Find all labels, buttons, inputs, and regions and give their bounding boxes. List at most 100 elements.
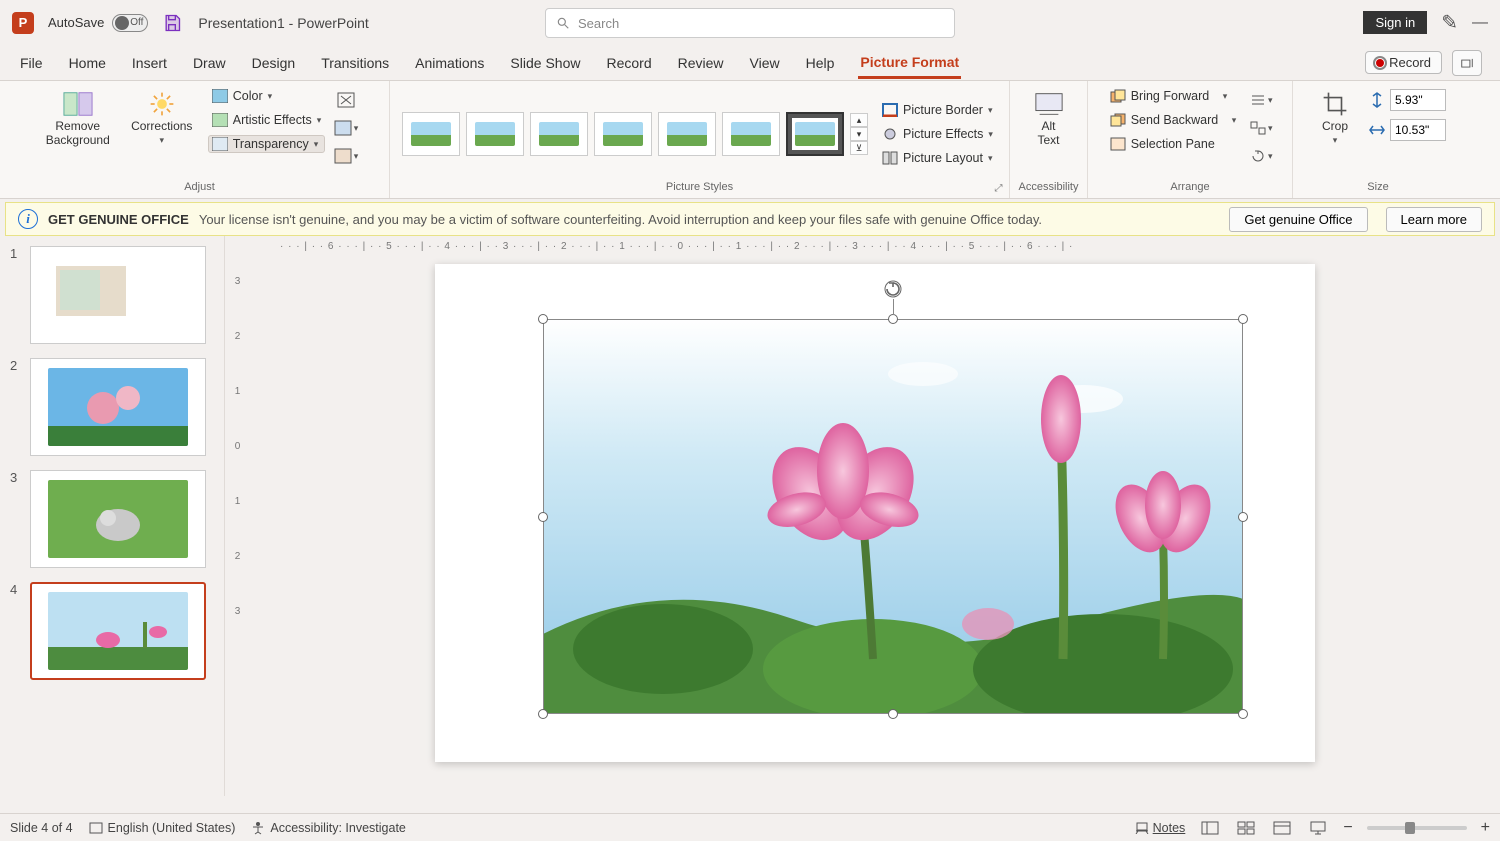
selected-picture[interactable] xyxy=(543,319,1243,714)
style-preset-6[interactable] xyxy=(722,112,780,156)
bring-forward-button[interactable]: Bring Forward ▾ xyxy=(1106,87,1241,105)
record-button[interactable]: Record xyxy=(1365,51,1442,74)
resize-handle-tr[interactable] xyxy=(1238,314,1248,324)
tab-design[interactable]: Design xyxy=(250,49,298,77)
send-backward-button[interactable]: Send Backward ▾ xyxy=(1106,111,1241,129)
zoom-slider[interactable] xyxy=(1367,826,1467,830)
picture-effects-button[interactable]: Picture Effects▾ xyxy=(878,125,997,143)
artistic-effects-button[interactable]: Artistic Effects▾ xyxy=(208,111,326,129)
height-input[interactable] xyxy=(1390,89,1446,111)
style-preset-2[interactable] xyxy=(466,112,524,156)
ribbon-group-adjust: Remove Background Corrections▾ Color▾ Ar… xyxy=(10,81,390,198)
dialog-launcher-styles[interactable]: ⤢ xyxy=(995,183,1003,194)
crop-button[interactable]: Crop▾ xyxy=(1310,87,1360,150)
bring-forward-icon xyxy=(1110,89,1126,103)
tab-review[interactable]: Review xyxy=(676,49,726,77)
slide-canvas[interactable] xyxy=(435,264,1315,762)
color-button[interactable]: Color▾ xyxy=(208,87,326,105)
resize-handle-br[interactable] xyxy=(1238,709,1248,719)
gallery-down-button[interactable]: ▾ xyxy=(850,127,868,141)
style-preset-1[interactable] xyxy=(402,112,460,156)
get-genuine-office-button[interactable]: Get genuine Office xyxy=(1229,207,1367,232)
gallery-more-button[interactable]: ⊻ xyxy=(850,141,868,155)
minimize-button[interactable]: — xyxy=(1472,14,1488,32)
tab-slideshow[interactable]: Slide Show xyxy=(508,49,582,77)
resize-handle-bl[interactable] xyxy=(538,709,548,719)
autosave-control[interactable]: AutoSave Off xyxy=(48,14,148,32)
canvas-wrap: · · · | · · 6 · · · | · · 5 · · · | · · … xyxy=(250,236,1500,796)
accessibility-status[interactable]: Accessibility: Investigate xyxy=(251,821,405,835)
slide-counter[interactable]: Slide 4 of 4 xyxy=(10,821,73,835)
picture-styles-gallery[interactable]: ▴ ▾ ⊻ xyxy=(402,112,868,156)
tab-transitions[interactable]: Transitions xyxy=(319,49,391,77)
zoom-in-button[interactable]: + xyxy=(1481,819,1490,837)
slide-canvas-area[interactable] xyxy=(250,256,1500,796)
corrections-button[interactable]: Corrections▾ xyxy=(124,87,200,150)
compress-pictures-button[interactable] xyxy=(333,89,359,111)
horizontal-ruler: · · · | · · 6 · · · | · · 5 · · · | · · … xyxy=(250,236,1500,256)
gallery-up-button[interactable]: ▴ xyxy=(850,113,868,127)
resize-handle-r[interactable] xyxy=(1238,512,1248,522)
tab-insert[interactable]: Insert xyxy=(130,49,169,77)
tab-record[interactable]: Record xyxy=(604,49,653,77)
reading-view-button[interactable] xyxy=(1271,819,1293,837)
save-icon[interactable] xyxy=(162,13,182,33)
tab-picture-format[interactable]: Picture Format xyxy=(858,48,961,79)
resize-handle-l[interactable] xyxy=(538,512,548,522)
ribbon-group-accessibility: Alt Text Accessibility xyxy=(1010,81,1088,198)
style-preset-3[interactable] xyxy=(530,112,588,156)
autosave-label: AutoSave xyxy=(48,15,104,30)
remove-background-icon xyxy=(63,91,93,117)
width-input[interactable] xyxy=(1390,119,1446,141)
language-status[interactable]: English (United States) xyxy=(89,821,236,835)
picture-border-button[interactable]: Picture Border▾ xyxy=(878,101,997,119)
rotate-handle[interactable] xyxy=(883,279,903,299)
thumbnail-slide-3[interactable]: 3 xyxy=(10,470,214,568)
picture-layout-button[interactable]: Picture Layout▾ xyxy=(878,149,997,167)
change-picture-icon xyxy=(334,120,351,136)
transparency-button[interactable]: Transparency▾ xyxy=(208,135,326,153)
slide-sorter-view-button[interactable] xyxy=(1235,819,1257,837)
style-preset-4[interactable] xyxy=(594,112,652,156)
slide1-preview-icon xyxy=(48,256,188,334)
tab-help[interactable]: Help xyxy=(804,49,837,77)
lotus-image xyxy=(543,319,1243,714)
learn-more-button[interactable]: Learn more xyxy=(1386,207,1482,232)
ribbon-tabs: File Home Insert Draw Design Transitions… xyxy=(0,45,1500,81)
pen-icon[interactable]: ✎ xyxy=(1441,10,1458,35)
style-preset-7[interactable] xyxy=(786,112,844,156)
style-preset-5[interactable] xyxy=(658,112,716,156)
group-button[interactable] xyxy=(1248,117,1274,139)
ribbon-group-picture-styles: ▴ ▾ ⊻ Picture Border▾ Picture Effects▾ P… xyxy=(390,81,1010,198)
remove-background-button[interactable]: Remove Background xyxy=(40,87,116,151)
share-button[interactable] xyxy=(1452,50,1482,76)
tab-animations[interactable]: Animations xyxy=(413,49,486,77)
autosave-toggle[interactable]: Off xyxy=(112,14,148,32)
slideshow-view-button[interactable] xyxy=(1307,819,1329,837)
alt-text-button[interactable]: Alt Text xyxy=(1011,87,1087,151)
zoom-slider-thumb[interactable] xyxy=(1405,822,1415,834)
notes-button[interactable]: Notes xyxy=(1135,821,1186,835)
thumbnail-slide-1[interactable]: 1 xyxy=(10,246,214,344)
resize-handle-tl[interactable] xyxy=(538,314,548,324)
rotate-button[interactable] xyxy=(1248,145,1274,167)
change-picture-button[interactable] xyxy=(333,117,359,139)
search-input[interactable]: Search xyxy=(545,8,955,38)
zoom-out-button[interactable]: − xyxy=(1343,819,1352,837)
tab-file[interactable]: File xyxy=(18,49,45,77)
selection-pane-button[interactable]: Selection Pane xyxy=(1106,135,1241,153)
thumbnail-slide-2[interactable]: 2 xyxy=(10,358,214,456)
resize-handle-t[interactable] xyxy=(888,314,898,324)
resize-handle-b[interactable] xyxy=(888,709,898,719)
tab-home[interactable]: Home xyxy=(67,49,108,77)
normal-view-button[interactable] xyxy=(1199,819,1221,837)
reset-picture-button[interactable] xyxy=(333,145,359,167)
tab-draw[interactable]: Draw xyxy=(191,49,228,77)
align-button[interactable] xyxy=(1248,89,1274,111)
tab-view[interactable]: View xyxy=(748,49,782,77)
group-label-styles: Picture Styles xyxy=(666,181,733,196)
thumbnail-slide-4[interactable]: 4 xyxy=(10,582,214,680)
slide-thumbnail-panel[interactable]: 1 2 3 4 xyxy=(0,236,224,796)
signin-button[interactable]: Sign in xyxy=(1363,11,1427,34)
align-icon xyxy=(1250,93,1266,107)
